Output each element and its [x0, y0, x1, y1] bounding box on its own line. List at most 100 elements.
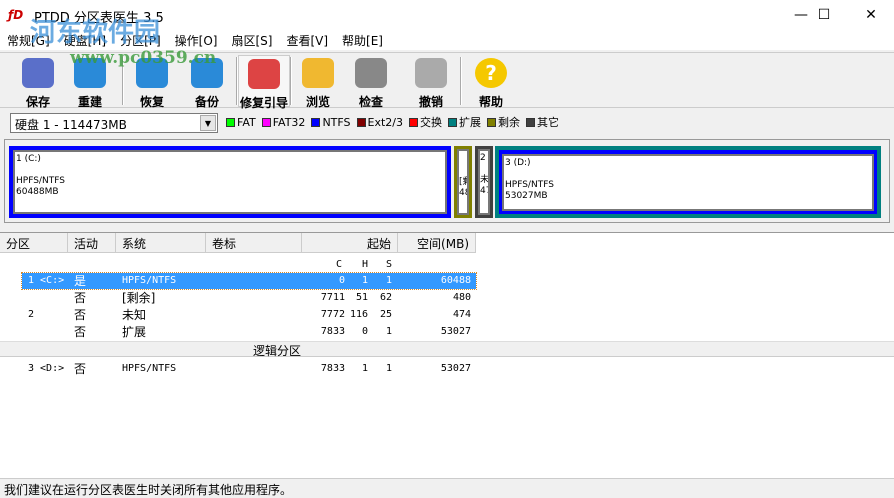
toolbar-button-label: 撤销 [418, 95, 443, 109]
table-row[interactable]: 2 否 未知 7772 116 25 474 [0, 307, 894, 323]
toolbar-separator [460, 57, 462, 105]
legend-label: Ext2/3 [367, 115, 403, 129]
cell-active: 否 [74, 362, 87, 376]
cell-h: 1 [361, 363, 368, 374]
menu-item[interactable]: 帮助[E] [335, 30, 390, 50]
toolbar-button-folder[interactable]: 浏览 [292, 55, 344, 109]
logical-partition-header: 逻辑分区 [0, 341, 894, 358]
toolbar-button-help[interactable]: ? 帮助 [465, 55, 517, 109]
toolbar-separator [236, 57, 238, 105]
partition-name: 1 (C:) [16, 154, 41, 164]
cell-part: 1 <C:> [28, 275, 65, 286]
cell-part: 2 [28, 309, 35, 320]
cell-c: 7833 [320, 363, 345, 374]
toolbar-button-check[interactable]: 检查 [345, 55, 397, 109]
partition-name: [剩 [459, 177, 467, 187]
legend-swatch [226, 117, 235, 127]
menu-item[interactable]: 查看[V] [279, 30, 335, 50]
close-button[interactable]: ✕ [848, 0, 894, 30]
cell-s: 1 [385, 275, 392, 286]
cell-h: 51 [355, 292, 368, 303]
legend-item: FAT [226, 114, 256, 130]
cell-c: 7711 [320, 292, 345, 303]
column-header-start[interactable]: 起始 [302, 233, 398, 253]
cell-s: 1 [385, 326, 392, 337]
partition-table: 分区 活动 系统 卷标 起始 空间(MB) C H S 1 <C:> 是 HPFS/… [0, 232, 894, 478]
legend-label: 剩余 [498, 116, 520, 129]
save-icon [22, 58, 54, 88]
partition-block-c[interactable]: 1 (C:) HPFS/NTFS 60488MB [9, 146, 451, 218]
tools-icon [248, 59, 280, 89]
legend-swatch [261, 117, 271, 127]
app-icon: ƒD [8, 8, 24, 22]
cell-system: 扩展 [122, 325, 147, 339]
column-header-active[interactable]: 活动 [68, 233, 116, 253]
legend-swatch [409, 117, 418, 127]
partition-name: 2 [480, 153, 486, 163]
partition-block-free[interactable]: [剩 480 [454, 146, 472, 218]
chs-subheader: C H S [0, 257, 894, 273]
toolbar-separator [290, 57, 292, 105]
cell-size: 60488 [440, 275, 471, 286]
toolbar-button-label: 备份 [194, 95, 219, 109]
chs-h: H [362, 259, 369, 270]
legend-label: 扩展 [459, 116, 481, 129]
chs-c: C [336, 259, 343, 270]
cell-system: HPFS/NTFS [122, 275, 177, 286]
legend-item: FAT32 [261, 114, 306, 130]
toolbar-button-label: 重建 [77, 95, 102, 109]
cell-active: 否 [74, 291, 87, 305]
cell-h: 0 [361, 326, 368, 337]
cell-active: 否 [74, 308, 87, 322]
menu-item[interactable]: 操作[O] [168, 30, 225, 50]
status-bar: 我们建议在运行分区表医生时关闭所有其他应用程序。 [0, 478, 894, 497]
legend-item: 其它 [526, 114, 559, 130]
partition-block-unknown[interactable]: 2 未知 474 [475, 146, 493, 218]
table-row[interactable]: 否 [剩余] 7711 51 62 480 [0, 290, 894, 306]
legend-swatch [448, 117, 457, 127]
menu-item[interactable]: 扇区[S] [224, 30, 279, 50]
cell-size: 53027 [440, 363, 471, 374]
cell-size: 53027 [440, 326, 471, 337]
check-icon [355, 58, 387, 88]
cell-active: 否 [74, 325, 87, 339]
cell-s: 1 [385, 363, 392, 374]
disk-select-value: 硬盘 1 - 114473MB [15, 118, 127, 132]
chs-s: S [386, 259, 393, 270]
legend-label: NTFS [322, 115, 351, 129]
legend-swatch [356, 117, 366, 127]
cell-c: 7772 [320, 309, 345, 320]
partition-name: 3 (D:) [505, 158, 531, 168]
toolbar-button-undo[interactable]: 撤销 [405, 55, 457, 109]
fs-legend: FAT FAT32 NTFS Ext2/3 交换 扩展 剩余 其它 [226, 114, 559, 130]
toolbar-button-label: 浏览 [305, 95, 330, 109]
cell-h: 1 [361, 275, 368, 286]
legend-item: 扩展 [448, 114, 481, 130]
table-row[interactable]: 1 <C:> 是 HPFS/NTFS 0 1 1 60488 [21, 272, 477, 290]
legend-label: 其它 [537, 116, 559, 129]
column-header-label[interactable]: 卷标 [206, 233, 302, 253]
toolbar-button-save[interactable]: 保存 [12, 55, 64, 109]
legend-swatch [311, 117, 321, 127]
maximize-button[interactable]: ☐ [801, 0, 847, 30]
partition-block-d[interactable]: 3 (D:) HPFS/NTFS 53027MB [499, 150, 877, 214]
chevron-down-icon[interactable]: ▼ [200, 115, 216, 131]
cell-size: 474 [452, 309, 471, 320]
legend-label: FAT32 [272, 115, 306, 129]
table-row[interactable]: 否 扩展 7833 0 1 53027 [0, 324, 894, 340]
cell-s: 62 [379, 292, 392, 303]
undo-icon [415, 58, 447, 88]
partition-block-extended[interactable]: 3 (D:) HPFS/NTFS 53027MB [495, 146, 881, 218]
disk-select[interactable]: 硬盘 1 - 114473MB ▼ [10, 113, 218, 133]
partition-fs: HPFS/NTFS [16, 176, 65, 186]
cell-s: 25 [379, 309, 392, 320]
partition-size: 60488MB [16, 187, 59, 197]
legend-item: 剩余 [487, 114, 520, 130]
table-row[interactable]: 3 <D:> 否 HPFS/NTFS 7833 1 1 53027 [0, 361, 894, 377]
toolbar-button-tools[interactable]: 修复引导 [238, 55, 290, 110]
column-header-system[interactable]: 系统 [116, 233, 206, 253]
cell-system: 未知 [122, 308, 147, 322]
column-header-partition[interactable]: 分区 [0, 233, 68, 253]
toolbar-button-label: 修复引导 [239, 96, 288, 110]
column-header-size[interactable]: 空间(MB) [398, 233, 476, 253]
